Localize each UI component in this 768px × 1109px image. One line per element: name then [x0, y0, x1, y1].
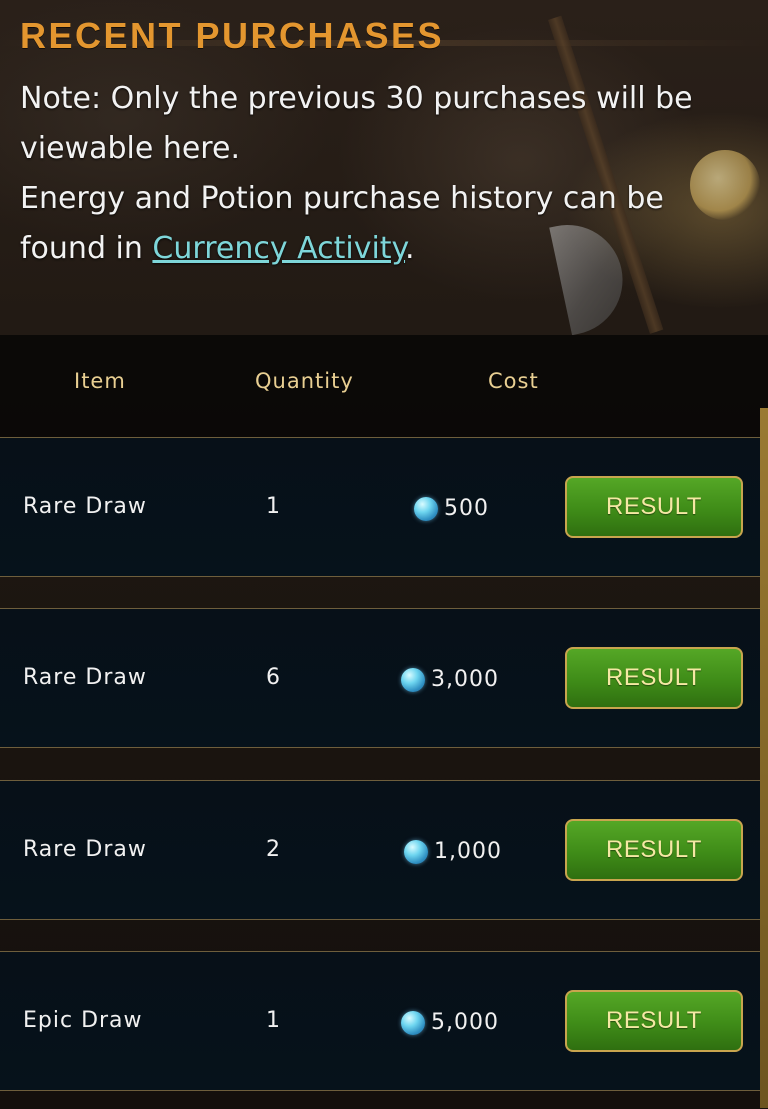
- row-quantity: 6: [266, 665, 281, 690]
- currency-activity-link[interactable]: Currency Activity: [152, 231, 405, 266]
- table-row: Rare Draw 6 3,000 RESULT: [0, 608, 768, 748]
- purchases-header: RECENT PURCHASES Note: Only the previous…: [20, 14, 748, 274]
- result-button[interactable]: RESULT: [565, 819, 743, 881]
- row-cost: 500: [414, 496, 489, 521]
- row-cost: 3,000: [401, 667, 499, 692]
- row-quantity: 1: [266, 1008, 281, 1033]
- row-item: Rare Draw: [23, 665, 147, 690]
- row-quantity: 2: [266, 837, 281, 862]
- gem-icon: [404, 839, 428, 864]
- row-item: Rare Draw: [23, 494, 147, 519]
- row-cost: 5,000: [401, 1010, 499, 1035]
- scrollbar[interactable]: [760, 408, 768, 1108]
- column-header-quantity: Quantity: [255, 369, 354, 393]
- column-header-item: Item: [74, 369, 126, 393]
- result-button[interactable]: RESULT: [565, 990, 743, 1052]
- row-cost-value: 3,000: [431, 667, 499, 692]
- table-header: Item Quantity Cost: [0, 335, 768, 438]
- gem-icon: [401, 1010, 425, 1035]
- result-button[interactable]: RESULT: [565, 647, 743, 709]
- page-title: RECENT PURCHASES: [20, 15, 445, 56]
- purchase-history-page: RECENT PURCHASES Note: Only the previous…: [0, 0, 768, 1109]
- table-row: Rare Draw 1 500 RESULT: [0, 437, 768, 577]
- row-cost-value: 500: [444, 496, 489, 521]
- row-cost-value: 5,000: [431, 1010, 499, 1035]
- purchase-note: Note: Only the previous 30 purchases wil…: [20, 74, 748, 274]
- table-row: Epic Draw 1 5,000 RESULT: [0, 951, 768, 1091]
- row-cost-value: 1,000: [434, 839, 502, 864]
- table-row: Rare Draw 2 1,000 RESULT: [0, 780, 768, 920]
- row-item: Rare Draw: [23, 837, 147, 862]
- row-cost: 1,000: [404, 839, 502, 864]
- note-line-2-suffix: .: [405, 231, 415, 266]
- row-quantity: 1: [266, 494, 281, 519]
- column-header-cost: Cost: [488, 369, 539, 393]
- gem-icon: [414, 496, 438, 521]
- result-button[interactable]: RESULT: [565, 476, 743, 538]
- row-item: Epic Draw: [23, 1008, 143, 1033]
- gem-icon: [401, 667, 425, 692]
- note-line-1: Note: Only the previous 30 purchases wil…: [20, 81, 693, 166]
